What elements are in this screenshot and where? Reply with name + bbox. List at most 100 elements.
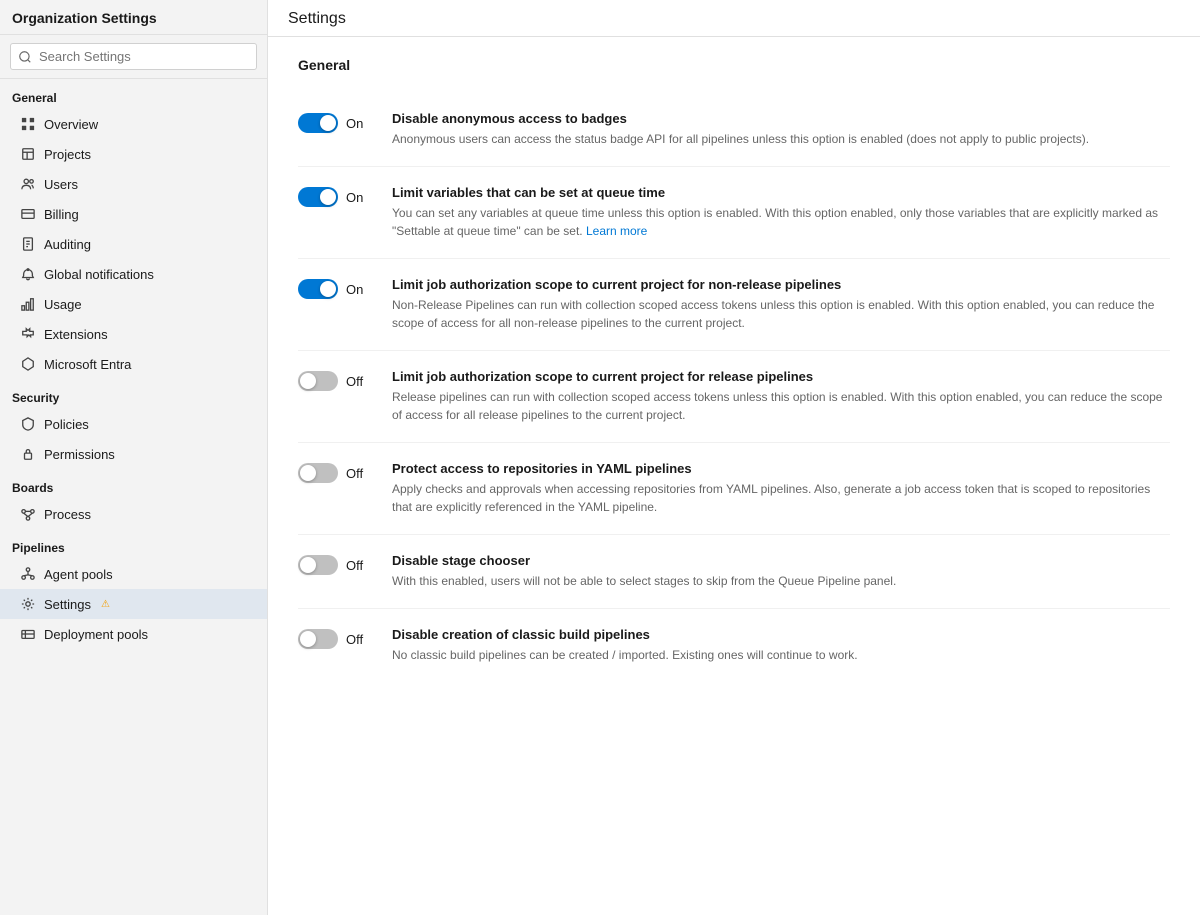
setting-title-disable-classic-build: Disable creation of classic build pipeli…: [392, 627, 1170, 642]
section-title: General: [298, 57, 1170, 73]
toggle-limit-job-auth-nonrelease[interactable]: [298, 279, 338, 299]
setting-row-limit-job-auth-release: Off Limit job authorization scope to curr…: [298, 351, 1170, 443]
setting-desc-limit-job-auth-release: Release pipelines can run with collectio…: [392, 388, 1170, 424]
toggle-protect-yaml-repos[interactable]: [298, 463, 338, 483]
sidebar-section-security: Security Policies Permissions: [0, 379, 267, 469]
sidebar-item-billing[interactable]: Billing: [0, 199, 267, 229]
sidebar-item-badge: ⚠: [101, 599, 110, 610]
setting-info-limit-job-auth-release: Limit job authorization scope to current…: [392, 369, 1170, 424]
sidebar-item-overview[interactable]: Overview: [0, 109, 267, 139]
sidebar-item-policies[interactable]: Policies: [0, 409, 267, 439]
toggle-label-disable-stage-chooser: Off: [346, 558, 363, 573]
setting-title-limit-variables-queue: Limit variables that can be set at queue…: [392, 185, 1170, 200]
setting-row-disable-classic-build: Off Disable creation of classic build pip…: [298, 609, 1170, 682]
sidebar: Organization Settings General Overview Pro…: [0, 0, 268, 915]
sidebar-item-label: Process: [44, 507, 91, 522]
sidebar-item-label: Deployment pools: [44, 627, 148, 642]
toggle-disable-stage-chooser[interactable]: [298, 555, 338, 575]
setting-link-limit-variables-queue[interactable]: Learn more: [586, 224, 647, 238]
setting-info-disable-classic-build: Disable creation of classic build pipeli…: [392, 627, 1170, 664]
sidebar-item-usage[interactable]: Usage: [0, 289, 267, 319]
toggle-label-limit-variables-queue: On: [346, 190, 363, 205]
sidebar-item-label: Usage: [44, 297, 82, 312]
toggle-area-limit-variables-queue: On: [298, 185, 368, 207]
sidebar-item-projects[interactable]: Projects: [0, 139, 267, 169]
toggle-disable-classic-build[interactable]: [298, 629, 338, 649]
setting-desc-limit-job-auth-nonrelease: Non-Release Pipelines can run with colle…: [392, 296, 1170, 332]
setting-desc-protect-yaml-repos: Apply checks and approvals when accessin…: [392, 480, 1170, 516]
setting-desc-disable-classic-build: No classic build pipelines can be create…: [392, 646, 1170, 664]
toggle-disable-anonymous-badges[interactable]: [298, 113, 338, 133]
setting-info-limit-variables-queue: Limit variables that can be set at queue…: [392, 185, 1170, 240]
toggle-limit-variables-queue[interactable]: [298, 187, 338, 207]
setting-title-limit-job-auth-release: Limit job authorization scope to current…: [392, 369, 1170, 384]
toggle-label-disable-classic-build: Off: [346, 632, 363, 647]
toggle-area-disable-stage-chooser: Off: [298, 553, 368, 575]
toggle-label-disable-anonymous-badges: On: [346, 116, 363, 131]
setting-title-protect-yaml-repos: Protect access to repositories in YAML p…: [392, 461, 1170, 476]
sidebar-item-deployment-pools[interactable]: Deployment pools: [0, 619, 267, 649]
grid-icon: [20, 116, 36, 132]
sidebar-item-label: Billing: [44, 207, 79, 222]
auditing-icon: [20, 236, 36, 252]
sidebar-content: General Overview Projects Users Billing Audit…: [0, 79, 267, 915]
main-content: Settings General OnDisable anonymous acc…: [268, 0, 1200, 915]
settings-icon: [20, 596, 36, 612]
main-body: General OnDisable anonymous access to ba…: [268, 37, 1200, 702]
users-icon: [20, 176, 36, 192]
sidebar-item-agent-pools[interactable]: Agent pools: [0, 559, 267, 589]
policies-icon: [20, 416, 36, 432]
setting-row-disable-anonymous-badges: OnDisable anonymous access to badgesAnon…: [298, 93, 1170, 167]
setting-desc-disable-anonymous-badges: Anonymous users can access the status ba…: [392, 130, 1170, 148]
sidebar-section-general: General Overview Projects Users Billing Audit…: [0, 79, 267, 379]
sidebar-item-global-notifications[interactable]: Global notifications: [0, 259, 267, 289]
setting-row-limit-job-auth-nonrelease: On Limit job authorization scope to curre…: [298, 259, 1170, 351]
toggle-area-disable-anonymous-badges: On: [298, 111, 368, 133]
setting-desc-disable-stage-chooser: With this enabled, users will not be abl…: [392, 572, 1170, 590]
sidebar-item-label: Users: [44, 177, 78, 192]
settings-list: OnDisable anonymous access to badgesAnon…: [298, 93, 1170, 682]
sidebar-section-pipelines: Pipelines Agent pools Settings ⚠ Deployment …: [0, 529, 267, 649]
sidebar-item-label: Agent pools: [44, 567, 113, 582]
sidebar-item-label: Projects: [44, 147, 91, 162]
sidebar-item-auditing[interactable]: Auditing: [0, 229, 267, 259]
sidebar-item-settings[interactable]: Settings ⚠: [0, 589, 267, 619]
setting-title-disable-stage-chooser: Disable stage chooser: [392, 553, 1170, 568]
process-icon: [20, 506, 36, 522]
toggle-label-limit-job-auth-release: Off: [346, 374, 363, 389]
sidebar-section-label: Security: [0, 379, 267, 409]
setting-row-protect-yaml-repos: OffProtect access to repositories in YAM…: [298, 443, 1170, 535]
setting-row-disable-stage-chooser: Off Disable stage chooser With this enable…: [298, 535, 1170, 609]
setting-info-disable-stage-chooser: Disable stage chooser With this enabled, …: [392, 553, 1170, 590]
sidebar-section-label: Boards: [0, 469, 267, 499]
sidebar-item-label: Auditing: [44, 237, 91, 252]
notifications-icon: [20, 266, 36, 282]
sidebar-title: Organization Settings: [0, 0, 267, 35]
setting-info-protect-yaml-repos: Protect access to repositories in YAML p…: [392, 461, 1170, 516]
setting-info-limit-job-auth-nonrelease: Limit job authorization scope to current…: [392, 277, 1170, 332]
search-input[interactable]: [10, 43, 257, 70]
sidebar-item-permissions[interactable]: Permissions: [0, 439, 267, 469]
sidebar-item-extensions[interactable]: Extensions: [0, 319, 267, 349]
main-header: Settings: [268, 0, 1200, 37]
billing-icon: [20, 206, 36, 222]
toggle-area-limit-job-auth-release: Off: [298, 369, 368, 391]
projects-icon: [20, 146, 36, 162]
sidebar-section-label: Pipelines: [0, 529, 267, 559]
toggle-limit-job-auth-release[interactable]: [298, 371, 338, 391]
sidebar-item-microsoft-entra[interactable]: Microsoft Entra: [0, 349, 267, 379]
sidebar-item-label: Settings: [44, 597, 91, 612]
sidebar-section-label: General: [0, 79, 267, 109]
sidebar-section-boards: Boards Process: [0, 469, 267, 529]
toggle-label-limit-job-auth-nonrelease: On: [346, 282, 363, 297]
sidebar-item-process[interactable]: Process: [0, 499, 267, 529]
sidebar-item-label: Microsoft Entra: [44, 357, 131, 372]
sidebar-item-label: Policies: [44, 417, 89, 432]
permissions-icon: [20, 446, 36, 462]
sidebar-item-users[interactable]: Users: [0, 169, 267, 199]
setting-title-limit-job-auth-nonrelease: Limit job authorization scope to current…: [392, 277, 1170, 292]
sidebar-item-label: Global notifications: [44, 267, 154, 282]
sidebar-item-label: Overview: [44, 117, 98, 132]
toggle-area-limit-job-auth-nonrelease: On: [298, 277, 368, 299]
setting-row-limit-variables-queue: On Limit variables that can be set at que…: [298, 167, 1170, 259]
